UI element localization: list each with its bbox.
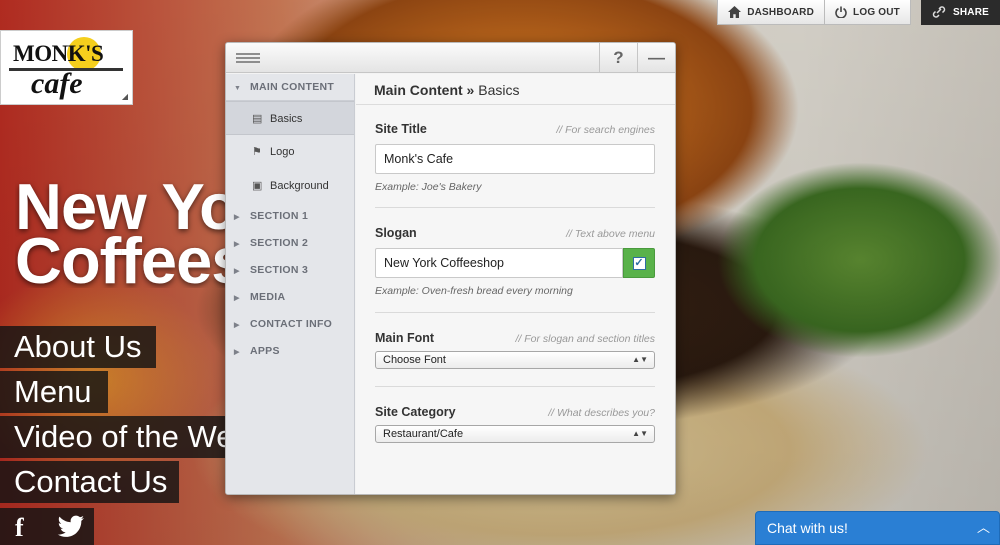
twitter-icon[interactable]	[56, 514, 86, 538]
breadcrumb: Main Content » Basics	[356, 74, 675, 105]
chat-label: Chat with us!	[767, 520, 848, 536]
resize-handle-icon[interactable]: ◢	[122, 92, 128, 101]
site-title-input[interactable]	[375, 144, 655, 174]
caret-right-icon: ▶	[234, 322, 240, 329]
site-category-hint: // What describes you?	[548, 407, 655, 419]
sidebar-section-media[interactable]: ▶ MEDIA	[226, 284, 354, 311]
slogan-input[interactable]	[375, 248, 623, 278]
sidebar-section-label: SECTION 1	[250, 210, 309, 222]
admin-topbar: DASHBOARD LOG OUT SHARE	[717, 0, 1000, 25]
slogan-hint: // Text above menu	[566, 228, 655, 240]
main-font-field: Main Font // For slogan and section titl…	[375, 331, 655, 369]
caret-right-icon: ▶	[234, 349, 240, 356]
site-title-example: Example: Joe's Bakery	[375, 181, 482, 193]
caret-right-icon: ▶	[234, 241, 240, 248]
panel-header[interactable]: ? —	[226, 43, 675, 73]
site-title-hint: // For search engines	[556, 124, 655, 136]
main-font-selected: Choose Font	[383, 354, 446, 366]
flag-icon: ⚑	[252, 146, 262, 158]
sidebar-item-label: Basics	[270, 113, 303, 125]
select-arrows-icon: ▲▼	[632, 429, 648, 438]
divider	[375, 312, 655, 313]
nav-menu[interactable]: Menu	[0, 371, 108, 413]
sidebar-section-1[interactable]: ▶ SECTION 1	[226, 203, 354, 230]
sidebar-item-background[interactable]: ▣ Background	[226, 169, 354, 203]
link-icon	[932, 6, 946, 18]
sidebar-section-label: APPS	[250, 345, 280, 357]
sidebar-item-label: Logo	[270, 146, 295, 158]
power-icon	[835, 6, 847, 18]
list-icon: ▤	[252, 113, 263, 125]
sidebar-section-contact-info[interactable]: ▶ CONTACT INFO	[226, 311, 354, 338]
caret-right-icon: ▶	[234, 214, 240, 221]
nav-contact-us[interactable]: Contact Us	[0, 461, 179, 503]
site-editor-panel: ? — ▼ MAIN CONTENT ▤ Basics ⚑ Logo ▣ Backgro…	[225, 42, 676, 495]
image-icon: ▣	[252, 180, 263, 192]
social-bar: f	[0, 508, 94, 545]
breadcrumb-separator: »	[462, 82, 479, 98]
breadcrumb-current: Basics	[478, 82, 520, 98]
site-category-field: Site Category // What describes you? Res…	[375, 405, 655, 443]
site-title-field: Site Title // For search engines Example…	[375, 122, 655, 193]
divider	[375, 386, 655, 387]
sidebar-item-basics[interactable]: ▤ Basics	[226, 101, 354, 135]
site-category-selected: Restaurant/Cafe	[383, 428, 464, 440]
sidebar-section-label: MEDIA	[250, 291, 286, 303]
panel-sidebar: ▼ MAIN CONTENT ▤ Basics ⚑ Logo ▣ Background …	[226, 74, 355, 494]
checkbox-checked-icon: ✓	[632, 256, 646, 270]
main-font-hint: // For slogan and section titles	[515, 333, 656, 345]
drag-handle-icon[interactable]	[236, 53, 260, 63]
chevron-up-icon: ︿	[976, 520, 990, 535]
sidebar-section-label: MAIN CONTENT	[250, 81, 335, 93]
site-category-select[interactable]: Restaurant/Cafe ▲▼	[375, 425, 655, 443]
hero-slogan: New Yo Coffees	[15, 180, 245, 288]
help-button[interactable]: ?	[599, 43, 637, 73]
divider	[375, 207, 655, 208]
dashboard-button[interactable]: DASHBOARD	[717, 0, 826, 25]
logo-text-top: MONK'S	[13, 41, 104, 66]
sidebar-item-label: Background	[270, 180, 329, 192]
site-logo[interactable]: MONK'S cafe ◢	[0, 30, 133, 105]
caret-right-icon: ▶	[234, 295, 240, 302]
breadcrumb-parent: Main Content	[374, 82, 463, 98]
select-arrows-icon: ▲▼	[632, 355, 648, 364]
sidebar-section-apps[interactable]: ▶ APPS	[226, 338, 354, 365]
share-button[interactable]: SHARE	[920, 0, 1000, 25]
minimize-button[interactable]: —	[637, 43, 675, 73]
hero-line-2: Coffees	[15, 224, 245, 288]
sidebar-section-2[interactable]: ▶ SECTION 2	[226, 230, 354, 257]
sidebar-section-3[interactable]: ▶ SECTION 3	[226, 257, 354, 284]
nav-about-us[interactable]: About Us	[0, 326, 156, 368]
nav-video[interactable]: Video of the We	[0, 416, 226, 458]
slogan-field: Slogan // Text above menu ✓ Example: Ove…	[375, 226, 655, 297]
home-icon	[728, 6, 742, 18]
slogan-example: Example: Oven-fresh bread every morning	[375, 285, 573, 297]
main-font-select[interactable]: Choose Font ▲▼	[375, 351, 655, 369]
facebook-icon[interactable]: f	[15, 513, 24, 543]
sidebar-section-label: SECTION 2	[250, 237, 309, 249]
sidebar-section-label: CONTACT INFO	[250, 318, 333, 330]
caret-right-icon: ▶	[234, 268, 240, 275]
panel-main: Main Content » Basics Site Title // For …	[356, 74, 675, 494]
dashboard-label: DASHBOARD	[747, 6, 815, 18]
share-label: SHARE	[952, 6, 989, 18]
logout-button[interactable]: LOG OUT	[825, 0, 911, 25]
sidebar-section-label: SECTION 3	[250, 264, 309, 276]
caret-down-icon: ▼	[234, 85, 242, 92]
slogan-visible-toggle[interactable]: ✓	[623, 248, 655, 278]
sidebar-section-main-content[interactable]: ▼ MAIN CONTENT	[226, 74, 354, 101]
logo-text-bottom: cafe	[31, 67, 83, 100]
chat-widget-button[interactable]: Chat with us! ︿	[755, 511, 1000, 545]
slogan-input-group: ✓	[375, 248, 655, 278]
logout-label: LOG OUT	[853, 6, 900, 18]
sidebar-item-logo[interactable]: ⚑ Logo	[226, 135, 354, 169]
